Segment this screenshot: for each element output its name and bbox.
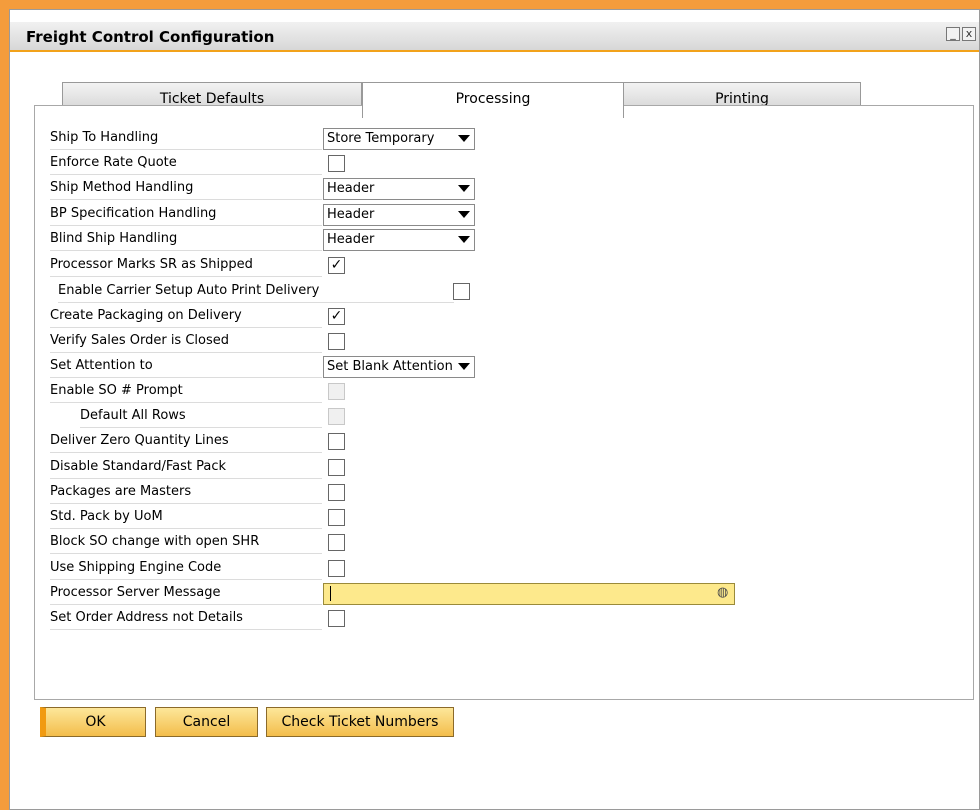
dropdown-arrow-icon	[458, 211, 470, 218]
enable-carrier-label: Enable Carrier Setup Auto Print Delivery	[58, 283, 454, 303]
ship-to-handling-label: Ship To Handling	[50, 130, 322, 150]
ok-button[interactable]: OK	[40, 707, 146, 737]
use-shipping-engine-checkbox[interactable]	[328, 560, 345, 577]
processor-marks-label: Processor Marks SR as Shipped	[50, 257, 322, 277]
frame-border-left	[0, 0, 9, 810]
row-default-all-rows: Default All Rows	[50, 406, 950, 430]
enable-carrier-checkbox[interactable]	[453, 283, 470, 300]
row-set-attention: Set Attention to Set Blank Attention	[50, 356, 950, 380]
disable-standard-label: Disable Standard/Fast Pack	[50, 459, 322, 479]
row-std-pack-uom: Std. Pack by UoM	[50, 507, 950, 531]
row-create-packaging: Create Packaging on Delivery ✓	[50, 306, 950, 330]
enable-so-prompt-checkbox[interactable]	[328, 383, 345, 400]
disable-standard-checkbox[interactable]	[328, 459, 345, 476]
set-order-address-label: Set Order Address not Details	[50, 610, 322, 630]
dropdown-arrow-icon	[458, 135, 470, 142]
dropdown-arrow-icon	[458, 185, 470, 192]
ship-method-handling-select[interactable]: Header	[323, 178, 475, 200]
create-packaging-checkbox[interactable]: ✓	[328, 308, 345, 325]
row-ship-method-handling: Ship Method Handling Header	[50, 178, 950, 202]
title-bar[interactable]: Freight Control Configuration _ x	[10, 22, 979, 52]
row-processor-marks: Processor Marks SR as Shipped ✓	[50, 255, 950, 279]
check-ticket-numbers-button[interactable]: Check Ticket Numbers	[266, 707, 454, 737]
block-so-change-checkbox[interactable]	[328, 534, 345, 551]
bp-spec-handling-label: BP Specification Handling	[50, 206, 322, 226]
processor-server-message-input[interactable]	[323, 583, 735, 605]
text-caret	[330, 586, 331, 601]
enable-so-prompt-label: Enable SO # Prompt	[50, 383, 322, 403]
globe-icon[interactable]: ◍	[717, 585, 944, 600]
window-title: Freight Control Configuration	[26, 28, 275, 46]
row-processor-server-message: Processor Server Message ◍	[50, 583, 950, 607]
app-frame: Freight Control Configuration _ x Ticket…	[0, 0, 980, 810]
set-attention-select[interactable]: Set Blank Attention	[323, 356, 475, 378]
row-enable-so-prompt: Enable SO # Prompt	[50, 381, 950, 405]
ship-method-handling-value: Header	[327, 181, 375, 196]
row-packages-masters: Packages are Masters	[50, 482, 950, 506]
row-deliver-zero: Deliver Zero Quantity Lines	[50, 431, 950, 455]
bp-spec-handling-value: Header	[327, 207, 375, 222]
row-disable-standard: Disable Standard/Fast Pack	[50, 457, 950, 481]
verify-sales-order-checkbox[interactable]	[328, 333, 345, 350]
tab-processing[interactable]: Processing	[362, 82, 624, 118]
use-shipping-engine-label: Use Shipping Engine Code	[50, 560, 322, 580]
bp-spec-handling-select[interactable]: Header	[323, 204, 475, 226]
std-pack-uom-checkbox[interactable]	[328, 509, 345, 526]
blind-ship-handling-value: Header	[327, 232, 375, 247]
enforce-rate-quote-checkbox[interactable]	[328, 155, 345, 172]
dialog-window: Freight Control Configuration _ x Ticket…	[9, 9, 980, 810]
row-enforce-rate-quote: Enforce Rate Quote	[50, 153, 950, 177]
ship-to-handling-select[interactable]: Store Temporary	[323, 128, 475, 150]
block-so-change-label: Block SO change with open SHR	[50, 534, 322, 554]
enforce-rate-quote-label: Enforce Rate Quote	[50, 155, 322, 175]
packages-masters-label: Packages are Masters	[50, 484, 322, 504]
set-attention-label: Set Attention to	[50, 358, 322, 378]
row-ship-to-handling: Ship To Handling Store Temporary	[50, 128, 950, 152]
deliver-zero-checkbox[interactable]	[328, 433, 345, 450]
std-pack-uom-label: Std. Pack by UoM	[50, 509, 322, 529]
close-button[interactable]: x	[962, 27, 976, 41]
ship-to-handling-value: Store Temporary	[327, 131, 435, 146]
row-enable-carrier: Enable Carrier Setup Auto Print Delivery	[50, 281, 950, 305]
blind-ship-handling-select[interactable]: Header	[323, 229, 475, 251]
processor-server-message-label: Processor Server Message	[50, 585, 322, 605]
row-block-so-change: Block SO change with open SHR	[50, 532, 950, 556]
row-verify-sales-order: Verify Sales Order is Closed	[50, 331, 950, 355]
deliver-zero-label: Deliver Zero Quantity Lines	[50, 433, 322, 453]
row-bp-spec-handling: BP Specification Handling Header	[50, 204, 950, 228]
dropdown-arrow-icon	[458, 363, 470, 370]
blind-ship-handling-label: Blind Ship Handling	[50, 231, 322, 251]
minimize-button[interactable]: _	[946, 27, 960, 41]
default-all-rows-checkbox[interactable]	[328, 408, 345, 425]
verify-sales-order-label: Verify Sales Order is Closed	[50, 333, 322, 353]
default-all-rows-label: Default All Rows	[80, 408, 322, 428]
create-packaging-label: Create Packaging on Delivery	[50, 308, 322, 328]
set-attention-value: Set Blank Attention	[327, 359, 453, 374]
row-use-shipping-engine: Use Shipping Engine Code	[50, 558, 950, 582]
frame-border-top	[0, 0, 980, 9]
row-blind-ship-handling: Blind Ship Handling Header	[50, 229, 950, 253]
dropdown-arrow-icon	[458, 236, 470, 243]
processor-marks-checkbox[interactable]: ✓	[328, 257, 345, 274]
row-set-order-address: Set Order Address not Details	[50, 608, 950, 632]
ship-method-handling-label: Ship Method Handling	[50, 180, 322, 200]
set-order-address-checkbox[interactable]	[328, 610, 345, 627]
cancel-button[interactable]: Cancel	[155, 707, 258, 737]
packages-masters-checkbox[interactable]	[328, 484, 345, 501]
